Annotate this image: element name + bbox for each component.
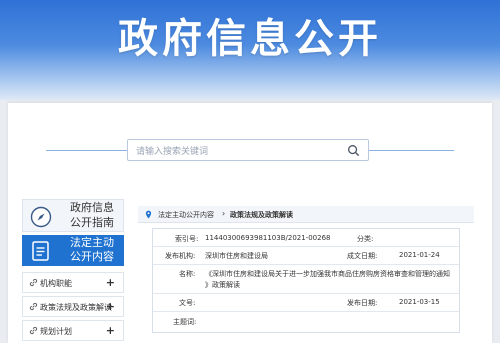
search-divider-left xyxy=(46,150,127,151)
page-title: 政府信息公开 xyxy=(118,16,382,62)
doc-number-label: 文号: xyxy=(179,299,196,307)
name-value-line2: 》政策解读 xyxy=(205,281,240,289)
compass-icon xyxy=(30,206,52,228)
name-value-line1: 《深圳市住房和建设局关于进一步加强我市商品住房购房资格审查和管理的通知 xyxy=(205,270,450,278)
menu-guide-label: 政府信息 公开指南 xyxy=(63,200,121,230)
row-divider xyxy=(153,264,459,265)
category-label: 分类: xyxy=(357,235,374,243)
breadcrumb-level2[interactable]: 政策法规及政策解读 xyxy=(230,210,293,220)
search-placeholder: 请输入搜索关键词 xyxy=(136,147,209,157)
menu-active-line2: 公开内容 xyxy=(70,250,114,263)
sidebar-item-planning[interactable]: 规划计划 + xyxy=(22,320,124,341)
row-divider xyxy=(153,311,459,312)
written-date-label: 成文日期: xyxy=(347,252,378,260)
menu-guide-line1: 政府信息 xyxy=(70,201,114,214)
index-label: 索引号: xyxy=(175,235,199,243)
expand-plus-icon[interactable]: + xyxy=(106,276,115,289)
link-icon xyxy=(29,326,38,335)
publish-date-value: 2021-03-15 xyxy=(399,298,440,306)
menu-active-line1: 法定主动 xyxy=(70,236,114,249)
menu-active-label: 法定主动 公开内容 xyxy=(62,236,122,264)
menu-statutory-content[interactable]: 法定主动 公开内容 xyxy=(22,235,124,266)
expand-plus-icon[interactable]: + xyxy=(106,300,115,313)
subject-label: 主题词: xyxy=(173,318,197,326)
sidebar-item-label: 机构职能 xyxy=(40,279,72,288)
sidebar-item-policy-regulations[interactable]: 政策法规及政策解读 + xyxy=(22,296,124,317)
document-icon xyxy=(32,241,49,261)
sidebar-item-label: 规划计划 xyxy=(40,327,72,336)
written-date-value: 2021-01-24 xyxy=(399,251,440,259)
search-input[interactable]: 请输入搜索关键词 xyxy=(127,139,369,161)
link-icon xyxy=(29,278,38,287)
hero-banner: 政府信息公开 xyxy=(0,0,500,100)
search-divider-right xyxy=(369,150,454,151)
row-divider xyxy=(153,246,459,247)
menu-public-info-guide[interactable]: 政府信息 公开指南 xyxy=(22,199,124,232)
breadcrumb: 法定主动公开内容 › 政策法规及政策解读 xyxy=(138,206,474,223)
breadcrumb-level1[interactable]: 法定主动公开内容 xyxy=(158,210,214,220)
menu-guide-line2: 公开指南 xyxy=(70,216,114,229)
row-divider xyxy=(153,293,459,294)
search-icon[interactable] xyxy=(347,144,360,157)
name-label: 名称: xyxy=(179,270,196,278)
sidebar-item-institution-functions[interactable]: 机构职能 + xyxy=(22,272,124,293)
link-icon xyxy=(29,302,38,311)
breadcrumb-separator: › xyxy=(222,209,226,218)
publisher-value: 深圳市住房和建设局 xyxy=(205,252,268,260)
sidebar-item-label: 政策法规及政策解读 xyxy=(40,303,112,312)
document-info-table: 索引号: 11440300693981103B/2021-00268 分类: 发… xyxy=(152,228,460,333)
index-value: 11440300693981103B/2021-00268 xyxy=(205,234,331,242)
location-pin-icon xyxy=(145,210,152,219)
publisher-label: 发布机构: xyxy=(165,252,196,260)
publish-date-label: 发布日期: xyxy=(347,299,378,307)
expand-plus-icon[interactable]: + xyxy=(106,324,115,337)
